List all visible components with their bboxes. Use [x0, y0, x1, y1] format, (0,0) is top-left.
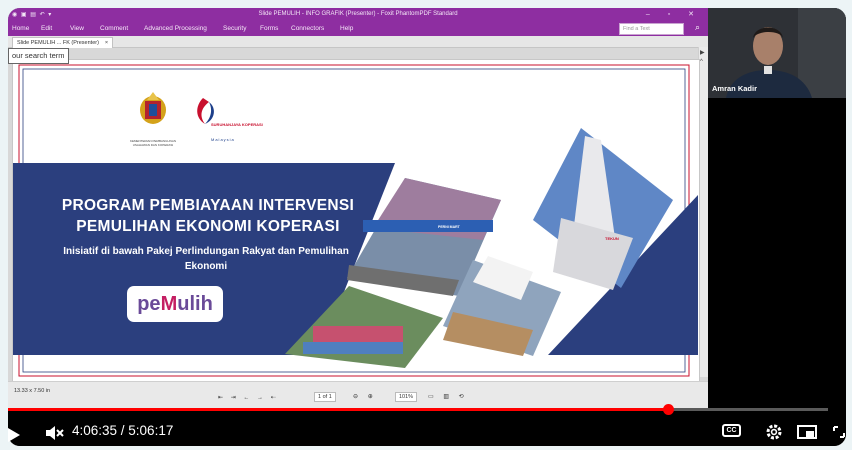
page-frame: ◉ ▣ ▤ ↶ ▾ Slide PEMULIH - INFO GRAFIK (P… — [0, 0, 852, 450]
play-icon[interactable] — [8, 428, 20, 447]
menu-help[interactable]: Help — [340, 25, 353, 32]
webcam-overlay: Amran Kadir — [708, 8, 846, 98]
pemulih-logo-m: M — [160, 293, 178, 315]
progress-bar[interactable] — [8, 404, 828, 415]
close-icon[interactable]: × — [105, 40, 108, 46]
app-titlebar: ◉ ▣ ▤ ↶ ▾ Slide PEMULIH - INFO GRAFIK (P… — [8, 8, 708, 21]
window-title: Slide PEMULIH - INFO GRAFIK (Presenter) … — [258, 11, 458, 17]
document-tabbar: Slide PEMULIH ... FK (Presenter) × — [8, 36, 708, 48]
pemulih-logo-ulih: ulih — [177, 293, 213, 315]
menu-advanced-processing[interactable]: Advanced Processing — [144, 25, 207, 32]
page-indicator[interactable]: 1 of 1 — [314, 392, 336, 402]
progress-fill — [8, 408, 669, 411]
menu-view[interactable]: View — [70, 25, 84, 32]
view-mode-icons[interactable]: ▭ ▥ ⟲ — [428, 393, 468, 400]
document-tab-label: Slide PEMULIH ... FK (Presenter) — [17, 40, 99, 46]
menu-bar: Home Edit View Comment Advanced Processi… — [8, 21, 708, 36]
ministry-logo-text: KEMENTERIAN PEMBANGUNAN USAHAWAN DAN KOP… — [129, 139, 176, 147]
video-player[interactable]: ◉ ▣ ▤ ↶ ▾ Slide PEMULIH - INFO GRAFIK (P… — [8, 8, 846, 446]
pemulih-logo-pe: pe — [137, 293, 161, 315]
mute-icon[interactable] — [44, 424, 64, 447]
window-controls: ‒ ▫ ✕ — [645, 11, 702, 18]
skm-logo-subtext: Malaysia — [211, 137, 235, 142]
presenter-name: Amran Kadir — [712, 84, 758, 93]
document-tab[interactable]: Slide PEMULIH ... FK (Presenter) × — [12, 37, 114, 48]
pemulih-logo: peMulih — [127, 286, 223, 322]
building-sign: TEKUN — [605, 236, 619, 241]
search-icon[interactable]: ⌕ — [695, 22, 700, 33]
menu-comment[interactable]: Comment — [100, 25, 128, 32]
slide-page: KEMENTERIAN PEMBANGUNAN USAHAWAN DAN KOP… — [12, 59, 700, 383]
scroll-expand-icon[interactable]: ^ — [700, 59, 703, 65]
settings-gear-icon[interactable] — [765, 423, 783, 446]
menu-home[interactable]: Home — [12, 25, 29, 32]
miniplayer-icon[interactable] — [797, 425, 817, 444]
menu-forms[interactable]: Forms — [260, 25, 278, 32]
skm-logo-text: SURUHANJAYA KOPERASI — [211, 122, 263, 127]
menu-security[interactable]: Security — [223, 25, 246, 32]
search-term-tooltip: our search term — [8, 48, 69, 64]
slide-title: PROGRAM PEMBIAYAAN INTERVENSI PEMULIHAN … — [61, 197, 355, 235]
shop-sign: PERNI MART — [438, 225, 460, 229]
menu-connectors[interactable]: Connectors — [291, 25, 324, 32]
page-nav-controls[interactable]: ⇤ ⇥ ← → ⇠ — [218, 394, 279, 401]
fullscreen-icon[interactable] — [832, 425, 846, 444]
zoom-tools[interactable]: ⊖ ⊕ — [353, 393, 377, 400]
page-size-readout: 13.33 x 7.50 in — [14, 388, 51, 394]
find-input[interactable]: Find a Text — [619, 23, 684, 35]
logo-block: KEMENTERIAN PEMBANGUNAN USAHAWAN DAN KOP… — [123, 88, 283, 158]
zoom-level[interactable]: 101% — [395, 392, 418, 402]
time-display: 4:06:35 / 5:06:17 — [72, 423, 174, 438]
pdf-statusbar: 13.33 x 7.50 in ⇤ ⇥ ← → ⇠ 1 of 1 ⊖ ⊕ 101… — [8, 381, 708, 409]
slide-subtitle: Inisiatif di bawah Pakej Perlindungan Ra… — [63, 246, 349, 272]
captions-button[interactable]: CC — [722, 424, 741, 437]
menu-edit[interactable]: Edit — [41, 25, 52, 32]
pdf-app-window: ◉ ▣ ▤ ↶ ▾ Slide PEMULIH - INFO GRAFIK (P… — [8, 8, 708, 409]
scroll-up-icon[interactable]: ▶ — [700, 49, 705, 56]
